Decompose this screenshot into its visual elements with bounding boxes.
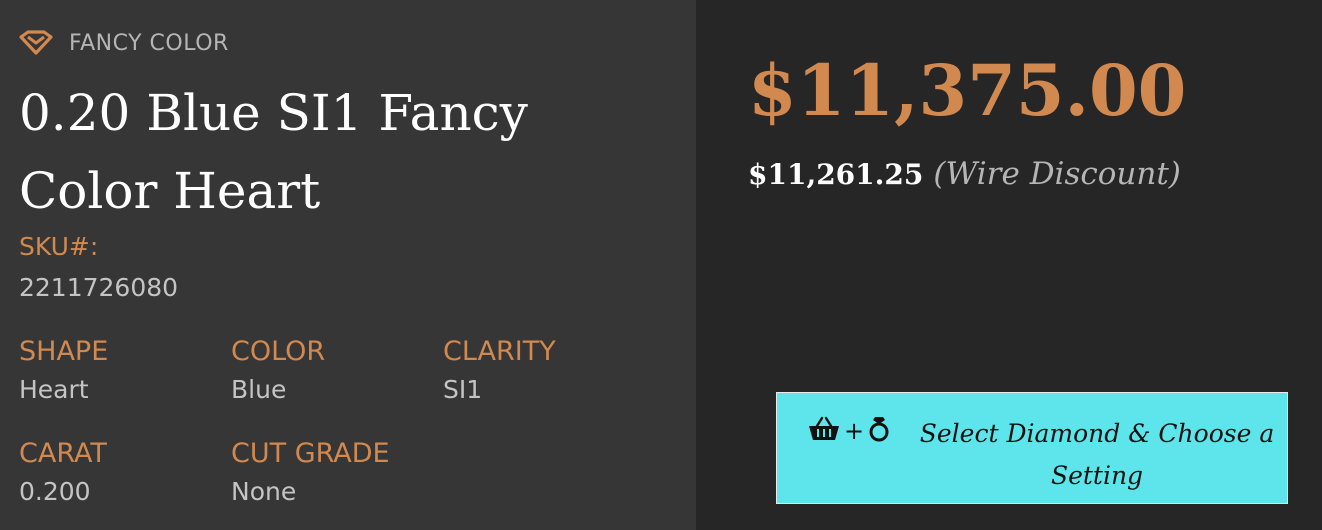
product-page: FANCY COLOR 0.20 Blue SI1 Fancy Color He… xyxy=(0,0,1322,530)
spec-shape: SHAPE Heart xyxy=(19,335,219,405)
price: $11,375.00 xyxy=(748,49,1187,132)
spec-label: CUT GRADE xyxy=(231,438,390,469)
category-tag: FANCY COLOR xyxy=(19,28,229,58)
spec-clarity: CLARITY SI1 xyxy=(443,335,643,405)
spec-cut-grade: CUT GRADE None xyxy=(231,437,431,507)
sku-value: 2211726080 xyxy=(19,273,179,302)
wire-note: (Wire Discount) xyxy=(933,156,1181,192)
wire-discount: $11,261.25 (Wire Discount) xyxy=(748,156,1181,192)
product-details-panel: FANCY COLOR 0.20 Blue SI1 Fancy Color He… xyxy=(0,0,696,530)
spec-label: COLOR xyxy=(231,336,326,367)
spec-value: SI1 xyxy=(443,375,483,404)
basket-icon xyxy=(807,415,841,447)
spec-carat: CARAT 0.200 xyxy=(19,437,219,507)
plus-icon: + xyxy=(844,417,865,445)
wire-price: $11,261.25 xyxy=(748,158,924,191)
spec-color: COLOR Blue xyxy=(231,335,431,405)
pricing-panel: $11,375.00 $11,261.25 (Wire Discount) + xyxy=(696,0,1322,530)
spec-value: 0.200 xyxy=(19,477,91,506)
spec-value: Blue xyxy=(231,375,287,404)
spec-value: None xyxy=(231,477,297,506)
spec-value: Heart xyxy=(19,375,89,404)
ring-icon xyxy=(867,415,891,447)
spec-label: CLARITY xyxy=(443,336,556,367)
sku-label: SKU#: xyxy=(19,232,99,261)
select-diamond-label: Select Diamond & Choose a Setting xyxy=(919,419,1275,490)
spec-label: SHAPE xyxy=(19,336,109,367)
select-diamond-button[interactable]: + Select Diamond & Choose a Setting xyxy=(776,392,1288,504)
diamond-heart-icon xyxy=(19,30,53,56)
button-icons: + xyxy=(807,415,891,447)
spec-label: CARAT xyxy=(19,438,107,469)
product-title: 0.20 Blue SI1 Fancy Color Heart xyxy=(19,84,528,220)
category-label: FANCY COLOR xyxy=(69,30,229,56)
